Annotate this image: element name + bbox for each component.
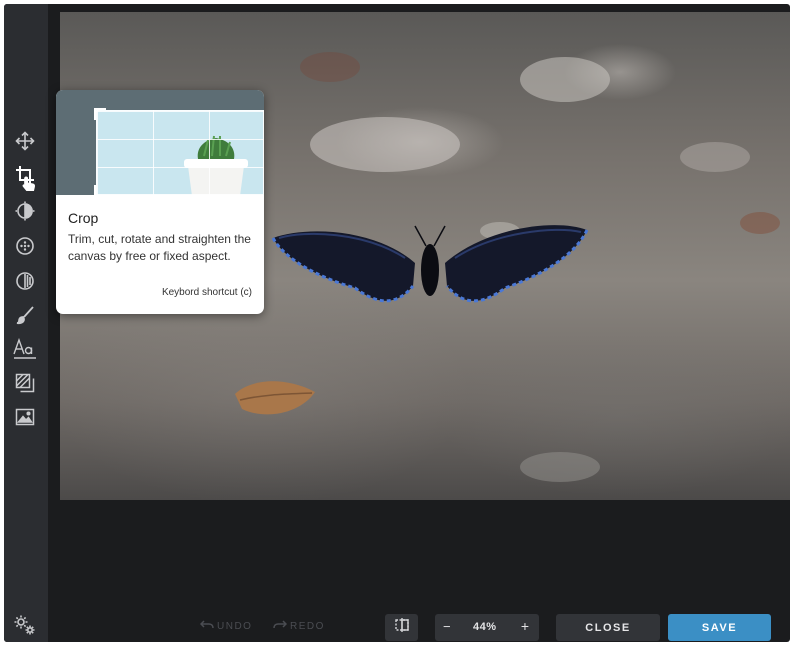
zoom-level: 44% — [473, 621, 497, 633]
exposure-tool-button[interactable] — [12, 268, 38, 294]
pebble — [300, 52, 360, 82]
filter-icon — [15, 236, 35, 256]
move-tool-button[interactable] — [12, 128, 38, 154]
pointer-cursor-icon — [22, 176, 36, 192]
compare-button[interactable] — [385, 614, 418, 641]
gears-icon — [13, 614, 37, 641]
exposure-icon — [15, 271, 35, 291]
tooltip-description: Trim, cut, rotate and straighten the can… — [68, 232, 251, 263]
zoom-control: − 44% + — [435, 614, 539, 641]
crop-handle — [94, 108, 106, 120]
crop-handle — [94, 185, 106, 195]
pebble — [740, 212, 780, 234]
undo-icon — [199, 620, 214, 633]
pebble — [680, 142, 750, 172]
crop-tooltip: Crop Trim, cut, rotate and straighten th… — [56, 90, 264, 314]
pebble — [520, 452, 600, 482]
bottom-toolbar: UNDO REDO − 44% + CLOSE SAVE — [48, 600, 790, 642]
text-icon — [13, 338, 37, 360]
redo-label: REDO — [290, 621, 325, 632]
crop-preview-image — [56, 90, 264, 195]
texture-icon — [15, 373, 35, 393]
brush-tool-button[interactable] — [12, 302, 38, 328]
redo-button[interactable]: REDO — [273, 620, 325, 633]
texture-tool-button[interactable] — [12, 370, 38, 396]
photo-editor-window: Crop Trim, cut, rotate and straighten th… — [4, 4, 790, 642]
settings-button[interactable] — [12, 614, 38, 641]
adjust-tool-button[interactable] — [12, 198, 38, 224]
pebble — [310, 117, 460, 172]
close-button[interactable]: CLOSE — [556, 614, 660, 641]
filter-tool-button[interactable] — [12, 233, 38, 259]
redo-icon — [273, 620, 288, 633]
save-button[interactable]: SAVE — [668, 614, 771, 641]
pebble — [520, 57, 610, 102]
zoom-in-button[interactable]: + — [521, 618, 529, 634]
crop-grid-overlay — [96, 110, 264, 195]
text-tool-button[interactable] — [12, 336, 38, 362]
image-icon — [15, 407, 35, 427]
tooltip-title: Crop — [68, 210, 99, 226]
undo-button[interactable]: UNDO — [199, 620, 253, 633]
brush-icon — [15, 305, 35, 325]
undo-label: UNDO — [217, 621, 253, 632]
butterfly-subject — [271, 225, 589, 303]
tool-sidebar — [4, 4, 48, 642]
zoom-out-button[interactable]: − — [443, 619, 451, 634]
move-icon — [15, 131, 35, 151]
tooltip-shortcut-hint: Keybord shortcut (c) — [161, 287, 252, 298]
dry-leaf — [235, 381, 315, 415]
crop-tool-button[interactable] — [12, 162, 38, 192]
compare-icon — [394, 618, 410, 637]
adjust-icon — [15, 201, 35, 221]
image-tool-button[interactable] — [12, 404, 38, 430]
